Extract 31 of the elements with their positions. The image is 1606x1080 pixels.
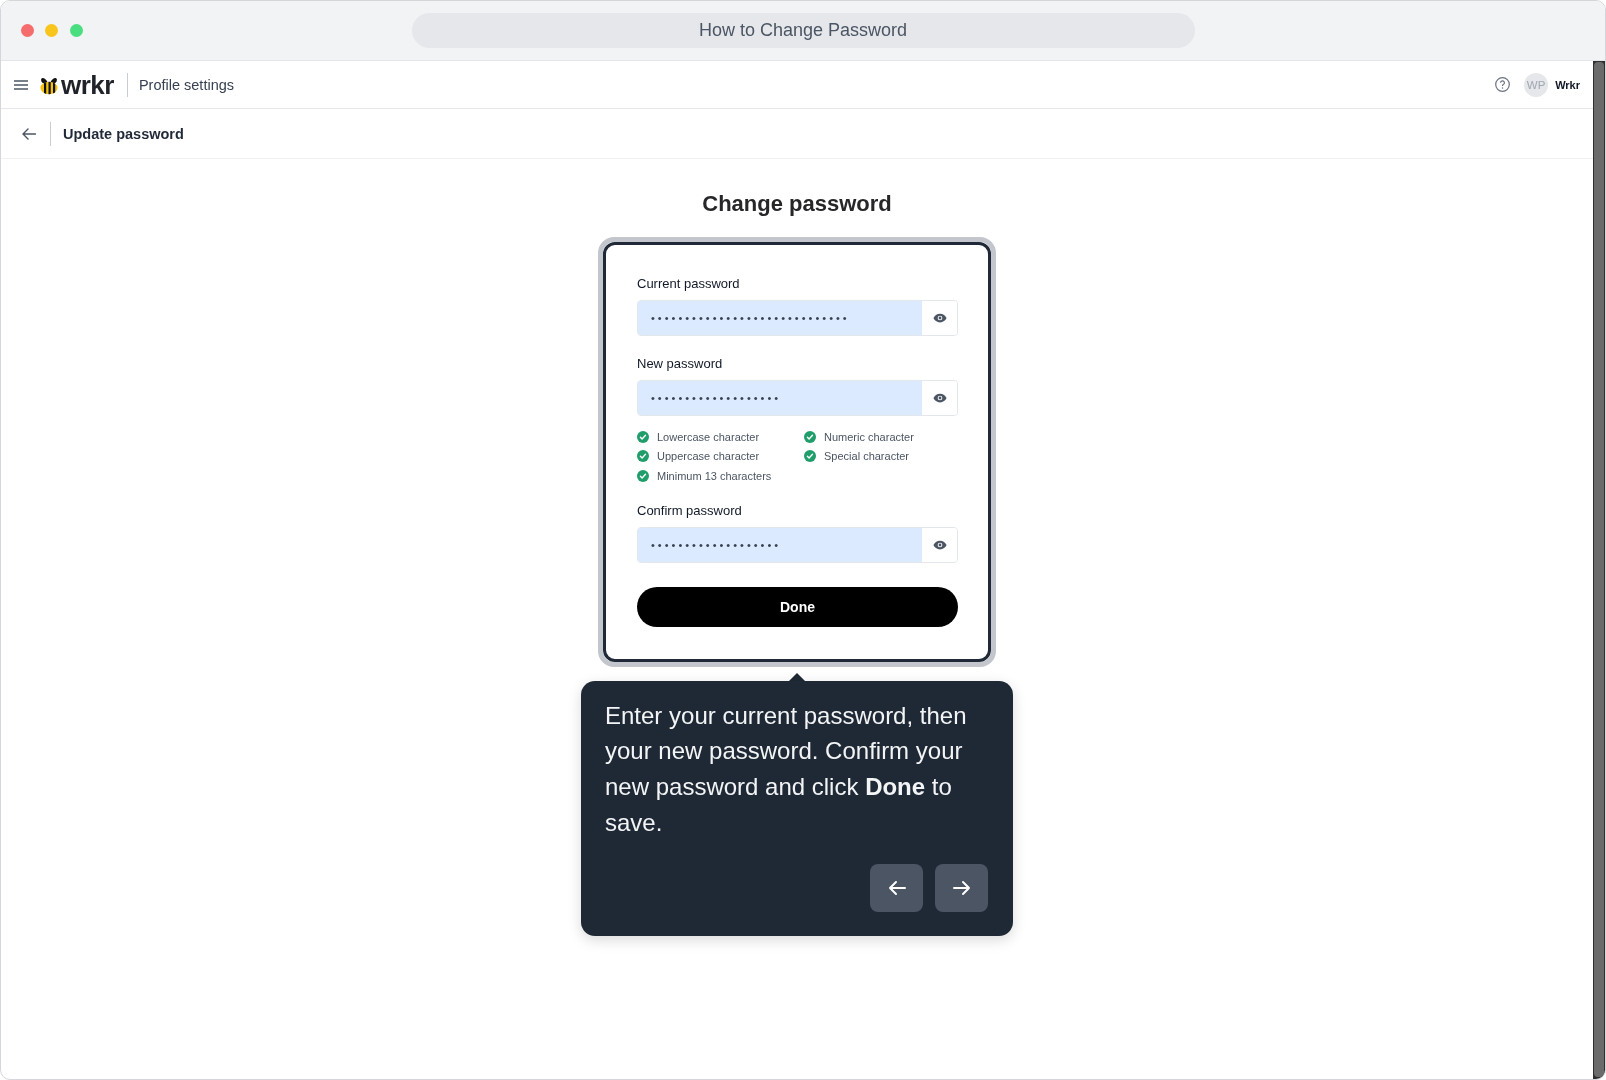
next-button[interactable] (935, 864, 988, 913)
field-label: Current password (637, 276, 741, 292)
help-icon[interactable] (1495, 77, 1511, 92)
requirement-text: Special character (824, 450, 909, 463)
tooltip-text: Enter your current password, then your new password. Confirm your new password and click Done to save. (605, 700, 968, 838)
scrollbar[interactable] (1594, 62, 1604, 1077)
right-arrow-icon (952, 880, 971, 897)
user-name[interactable]: Wrkr (1555, 78, 1580, 91)
close-button[interactable] (20, 24, 34, 37)
window-title: How to Change Password (698, 20, 908, 41)
password-field[interactable]: ••••••••••••••••••• (637, 380, 958, 416)
field-label: Confirm password (637, 502, 743, 519)
left-arrow-icon (887, 880, 906, 897)
back-arrow-icon[interactable] (22, 127, 36, 140)
previous-button[interactable] (870, 864, 923, 913)
password-field[interactable]: ••••••••••••••••••••••••••••• (637, 300, 958, 336)
field-label: New password (637, 356, 724, 372)
password-field[interactable]: ••••••••••••••••••• (637, 526, 958, 563)
eye-icon (932, 313, 947, 323)
section-title: Profile settings (138, 76, 235, 93)
requirement-text: Uppercase character (657, 450, 760, 463)
page-title: Update password (63, 125, 184, 142)
eye-icon (932, 393, 947, 403)
form-heading: Change password (702, 190, 892, 218)
done-button[interactable]: Done (637, 586, 958, 627)
menu-icon[interactable] (14, 79, 28, 90)
logo-text[interactable]: wrkr (61, 71, 114, 98)
requirement-text: Lowercase character (657, 430, 760, 443)
eye-icon (932, 539, 947, 550)
requirement-text: Minimum 13 characters (657, 469, 772, 482)
requirement-text: Numeric character (824, 430, 914, 443)
